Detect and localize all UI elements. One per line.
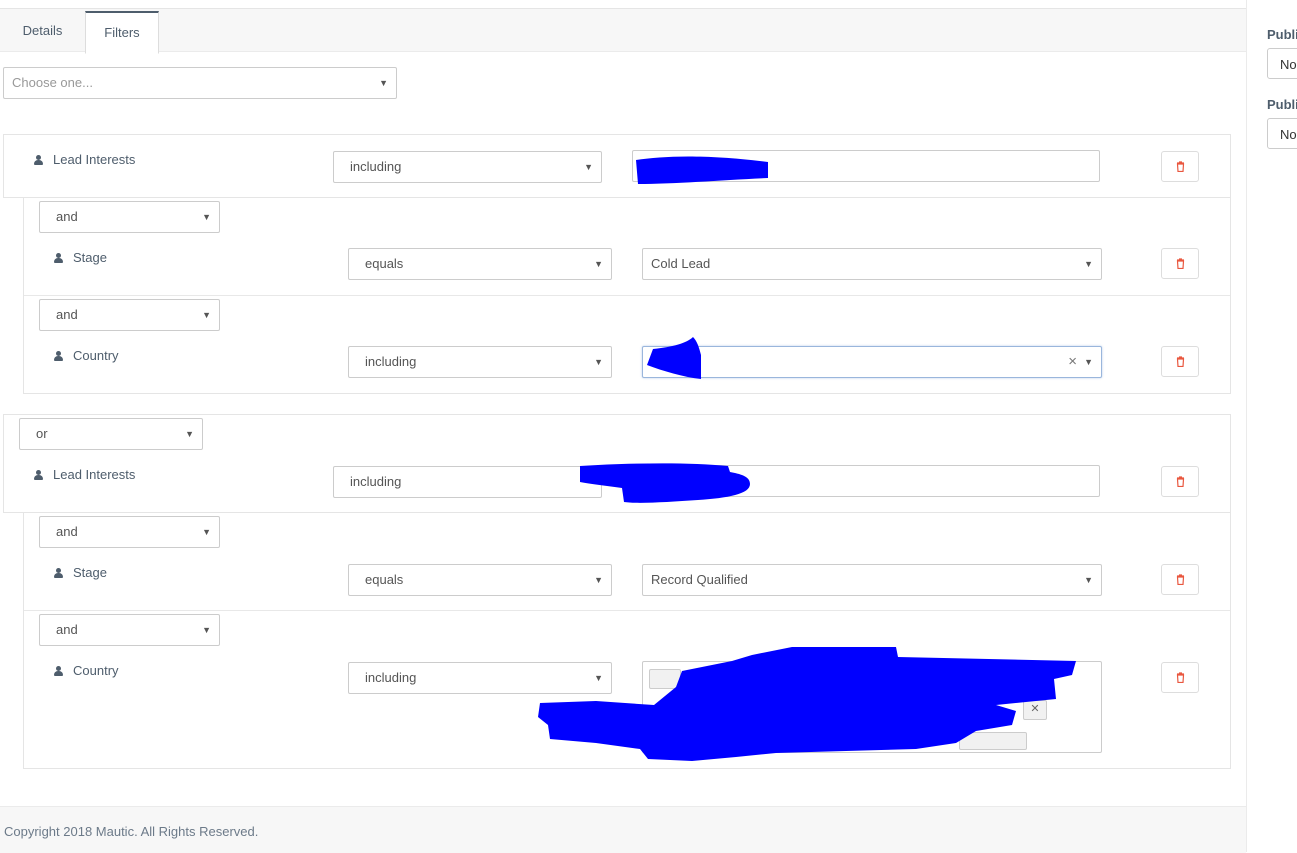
trash-icon	[1176, 672, 1185, 683]
filter-value-select[interactable]: × ▼	[642, 337, 1102, 379]
filter-field-label: Country	[54, 348, 119, 363]
group-glue-select[interactable]: or ▼	[19, 418, 203, 450]
filter-field-label: Stage	[54, 250, 107, 265]
redaction-mark	[538, 647, 1076, 761]
filter-field-label: Lead Interests	[34, 152, 135, 167]
caret-down-icon: ▼	[202, 212, 211, 222]
published-select[interactable]: No	[1267, 48, 1297, 79]
tab-bar: Details Filters	[0, 9, 1246, 54]
user-icon	[54, 351, 63, 361]
trash-icon	[1176, 574, 1185, 585]
glue-select[interactable]: and ▼	[39, 614, 220, 646]
footer: Copyright 2018 Mautic. All Rights Reserv…	[0, 806, 1246, 853]
trash-icon	[1176, 161, 1185, 172]
user-icon	[34, 155, 43, 165]
operator-select[interactable]: including	[333, 466, 602, 498]
trash-icon	[1176, 258, 1185, 269]
trash-icon	[1176, 356, 1185, 367]
glue-select[interactable]: and ▼	[39, 516, 220, 548]
filter-field-label: Lead Interests	[34, 467, 135, 482]
publish-select[interactable]: No	[1267, 118, 1297, 149]
caret-down-icon: ▼	[584, 162, 593, 172]
filter-field-label: Stage	[54, 565, 107, 580]
delete-filter-button[interactable]	[1161, 346, 1199, 377]
redaction-mark	[636, 156, 768, 184]
filter-value-select[interactable]: Record Qualified ▼	[642, 564, 1102, 596]
redaction-mark	[580, 463, 750, 503]
caret-down-icon: ▼	[202, 527, 211, 537]
operator-select[interactable]: equals ▼	[348, 564, 612, 596]
delete-filter-button[interactable]	[1161, 248, 1199, 279]
caret-down-icon: ▼	[594, 575, 603, 585]
published-label: Publi	[1267, 27, 1297, 42]
redaction-mark	[647, 337, 701, 379]
caret-down-icon: ▼	[185, 429, 194, 439]
operator-select[interactable]: including ▼	[333, 151, 602, 183]
glue-select[interactable]: and ▼	[39, 201, 220, 233]
filter-chooser-placeholder: Choose one...	[12, 75, 93, 90]
caret-down-icon: ▼	[1084, 357, 1093, 367]
filter-field-label: Country	[54, 663, 119, 678]
row-divider	[24, 610, 1230, 611]
delete-filter-button[interactable]	[1161, 564, 1199, 595]
caret-down-icon: ▼	[202, 625, 211, 635]
right-sidebar: Publi No Publi No	[1246, 0, 1297, 852]
filter-value-input[interactable]	[632, 150, 1100, 184]
filter-value-select[interactable]: Cold Lead ▼	[642, 248, 1102, 280]
delete-filter-button[interactable]	[1161, 466, 1199, 497]
caret-down-icon: ▼	[594, 259, 603, 269]
clear-icon[interactable]: ×	[1068, 347, 1077, 377]
glue-select[interactable]: and ▼	[39, 299, 220, 331]
delete-filter-button[interactable]	[1161, 151, 1199, 182]
operator-select[interactable]: including ▼	[348, 346, 612, 378]
delete-filter-button[interactable]	[1161, 662, 1199, 693]
operator-select[interactable]: equals ▼	[348, 248, 612, 280]
tab-filters[interactable]: Filters	[85, 11, 159, 54]
tab-details[interactable]: Details	[0, 11, 85, 51]
user-icon	[54, 568, 63, 578]
user-icon	[34, 470, 43, 480]
caret-down-icon: ▼	[202, 310, 211, 320]
copyright-text: Copyright 2018 Mautic. All Rights Reserv…	[4, 824, 259, 839]
row-divider	[24, 295, 1230, 296]
caret-down-icon: ▼	[379, 78, 388, 88]
trash-icon	[1176, 476, 1185, 487]
user-icon	[54, 253, 63, 263]
filter-chooser-select[interactable]: Choose one... ▼	[3, 67, 397, 99]
user-icon	[54, 666, 63, 676]
caret-down-icon: ▼	[1084, 575, 1093, 585]
publish-label: Publi	[1267, 97, 1297, 112]
caret-down-icon: ▼	[594, 357, 603, 367]
caret-down-icon: ▼	[1084, 259, 1093, 269]
